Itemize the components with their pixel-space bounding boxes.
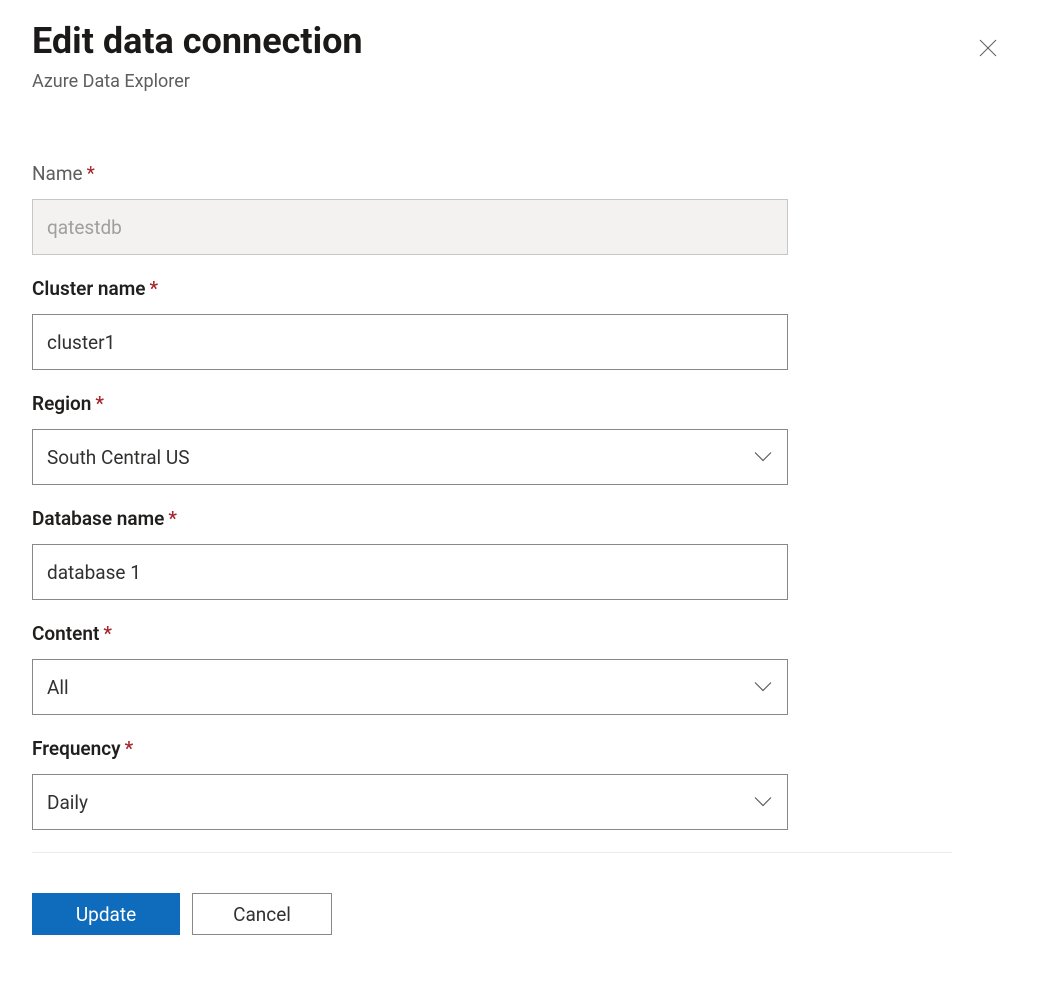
divider: [32, 852, 952, 853]
cluster-name-label: Cluster name*: [32, 277, 788, 300]
action-bar: Update Cancel: [32, 893, 1006, 935]
database-name-label: Database name*: [32, 507, 788, 530]
page-title: Edit data connection: [32, 20, 363, 63]
required-asterisk: *: [125, 737, 134, 760]
close-icon: [978, 46, 998, 61]
field-content: Content* All: [32, 622, 788, 715]
title-block: Edit data connection Azure Data Explorer: [32, 20, 363, 92]
edit-connection-form: Name* Cluster name* Region* South Centra…: [32, 162, 788, 830]
required-asterisk: *: [87, 162, 95, 185]
required-asterisk: *: [103, 622, 112, 645]
required-asterisk: *: [95, 392, 104, 415]
name-label-text: Name: [32, 162, 83, 185]
name-label: Name*: [32, 162, 788, 185]
cluster-name-input[interactable]: [32, 314, 788, 370]
region-label: Region*: [32, 392, 788, 415]
frequency-label: Frequency*: [32, 737, 788, 760]
region-label-text: Region: [32, 392, 91, 415]
content-select-value: All: [32, 659, 788, 715]
required-asterisk: *: [149, 277, 158, 300]
database-name-input[interactable]: [32, 544, 788, 600]
content-label-text: Content: [32, 622, 99, 645]
field-frequency: Frequency* Daily: [32, 737, 788, 830]
required-asterisk: *: [168, 507, 177, 530]
panel-header: Edit data connection Azure Data Explorer: [32, 20, 1006, 92]
page-subtitle: Azure Data Explorer: [32, 71, 363, 92]
field-region: Region* South Central US: [32, 392, 788, 485]
content-select[interactable]: All: [32, 659, 788, 715]
name-input: [32, 199, 788, 255]
field-database-name: Database name*: [32, 507, 788, 600]
field-cluster-name: Cluster name*: [32, 277, 788, 370]
cancel-button[interactable]: Cancel: [192, 893, 332, 935]
region-select[interactable]: South Central US: [32, 429, 788, 485]
frequency-label-text: Frequency: [32, 737, 121, 760]
close-button[interactable]: [970, 30, 1006, 69]
database-name-label-text: Database name: [32, 507, 164, 530]
field-name: Name*: [32, 162, 788, 255]
update-button[interactable]: Update: [32, 893, 180, 935]
region-select-value: South Central US: [32, 429, 788, 485]
content-label: Content*: [32, 622, 788, 645]
frequency-select-value: Daily: [32, 774, 788, 830]
frequency-select[interactable]: Daily: [32, 774, 788, 830]
cluster-name-label-text: Cluster name: [32, 277, 145, 300]
